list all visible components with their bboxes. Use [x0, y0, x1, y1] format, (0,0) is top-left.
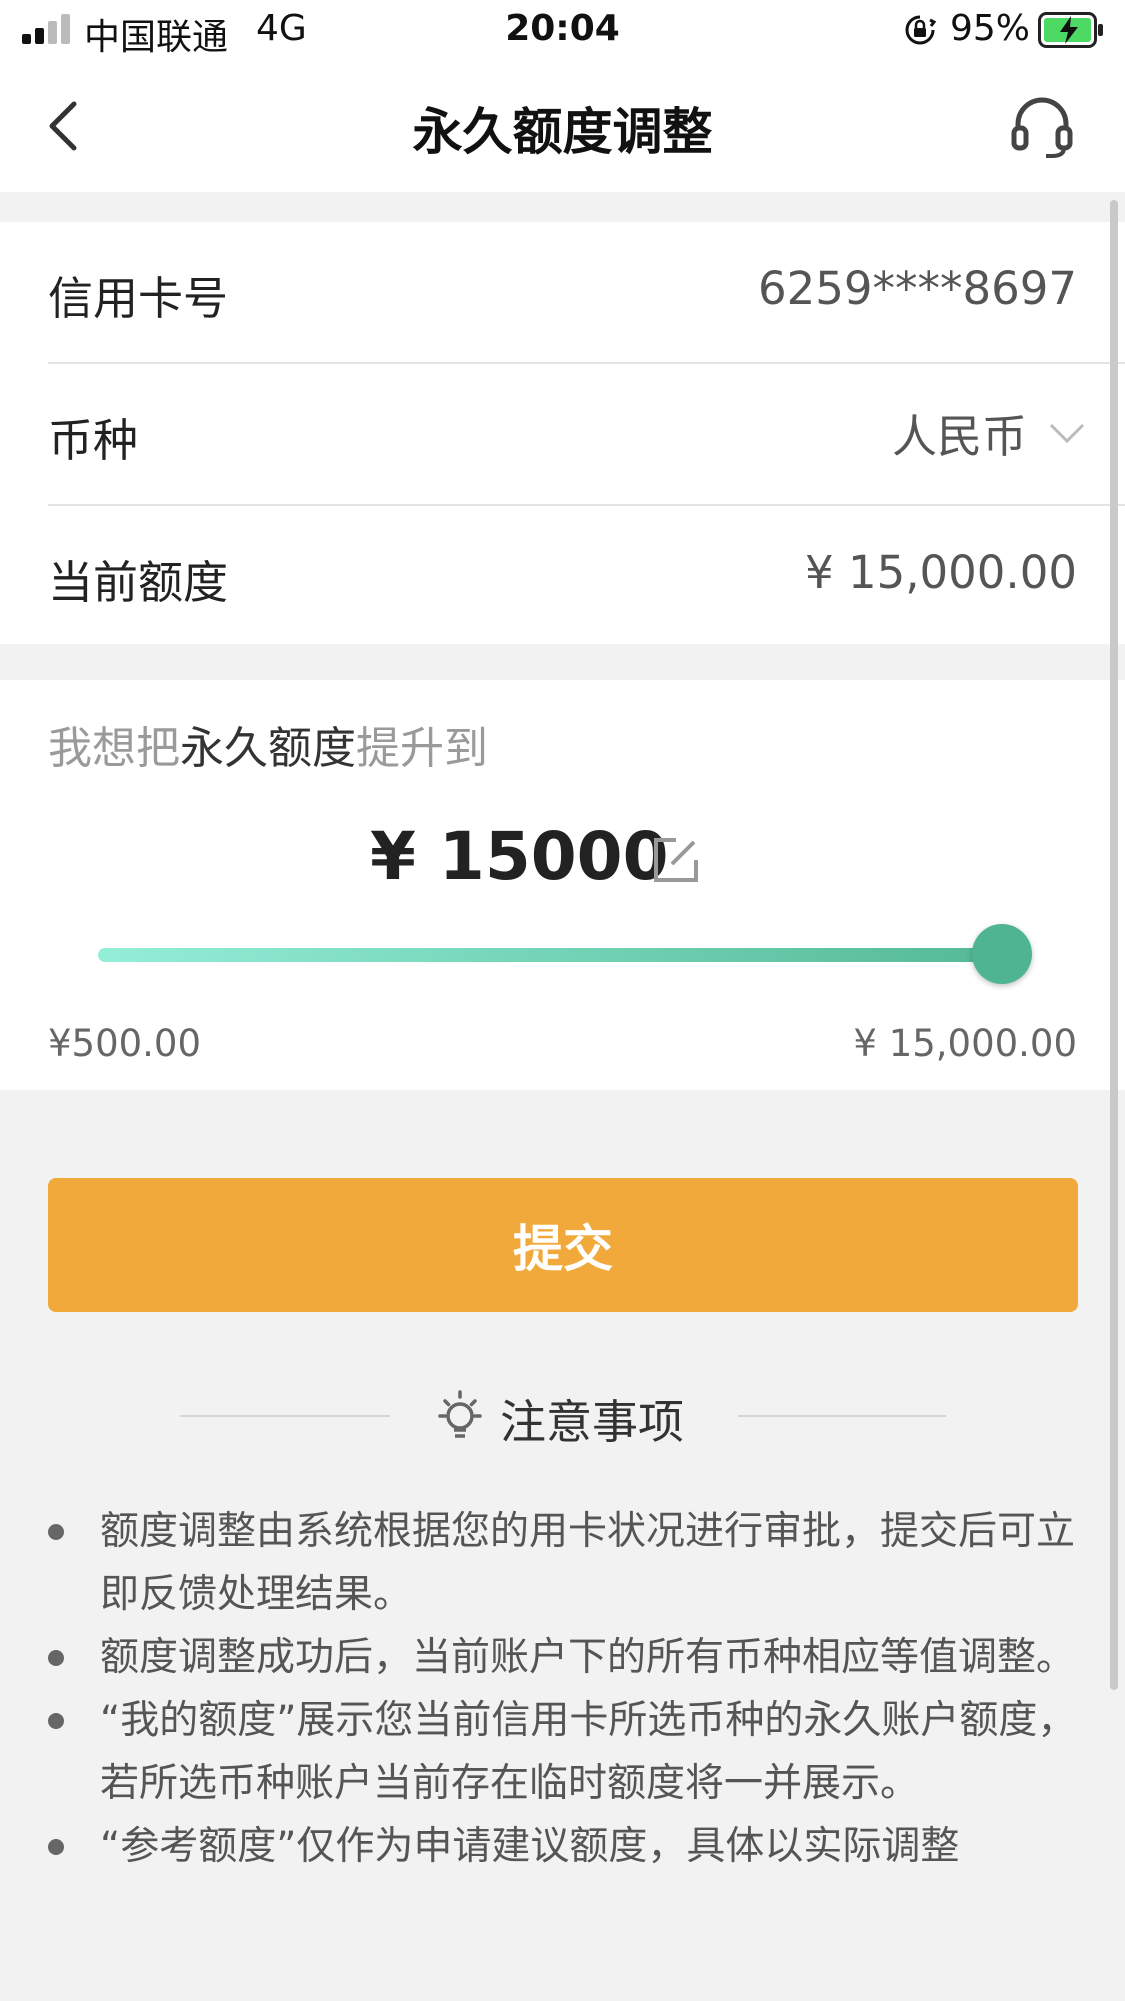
- note-text: 额度调整成功后，当前账户下的所有币种相应等值调整。: [100, 1635, 1076, 1680]
- divider: [48, 362, 1125, 364]
- currency-value: 人民币: [891, 410, 1027, 463]
- divider: [738, 1415, 946, 1417]
- bullet: [48, 1524, 64, 1540]
- prompt-suffix: 提升到: [356, 723, 488, 774]
- note-text: “我的额度”展示您当前信用卡所选币种的永久账户额度，若所选币种账户当前存在临时额…: [100, 1698, 1077, 1806]
- current-limit-label: 当前额度: [48, 556, 229, 609]
- lightbulb-icon: [438, 1390, 482, 1438]
- target-amount: ¥ 15000: [370, 818, 669, 895]
- currency-label: 币种: [48, 414, 139, 467]
- divider: [48, 504, 1125, 506]
- limit-slider-thumb[interactable]: [972, 924, 1032, 984]
- bullet: [48, 1650, 64, 1666]
- notes-list: 额度调整由系统根据您的用卡状况进行审批，提交后可立即反馈处理结果。 额度调整成功…: [48, 1500, 1078, 1878]
- current-limit-value: ¥ 15,000.00: [805, 546, 1077, 599]
- note-text: “参考额度”仅作为申请建议额度，具体以实际调整: [100, 1824, 960, 1869]
- page-title: 永久额度调整: [412, 103, 713, 161]
- note-item: 额度调整由系统根据您的用卡状况进行审批，提交后可立即反馈处理结果。: [48, 1500, 1078, 1626]
- scrollbar[interactable]: [1110, 200, 1118, 1690]
- rotation-lock-icon: [905, 15, 936, 45]
- card-number-label: 信用卡号: [48, 272, 229, 325]
- slider-max-label: ¥ 15,000.00: [853, 1022, 1077, 1065]
- note-item: “我的额度”展示您当前信用卡所选币种的永久账户额度，若所选币种账户当前存在临时额…: [48, 1689, 1078, 1815]
- chevron-down-icon: [1049, 423, 1085, 443]
- submit-button[interactable]: 提交: [48, 1178, 1078, 1312]
- headset-icon[interactable]: [1010, 94, 1074, 158]
- battery-percent: 95%: [950, 8, 1031, 49]
- battery-charging-icon: [1038, 12, 1103, 48]
- adjust-prompt: 我想把永久额度提升到: [48, 712, 488, 776]
- bullet: [48, 1839, 64, 1855]
- prompt-prefix: 我想把: [48, 723, 180, 774]
- currency-selector[interactable]: 人民币: [892, 400, 1087, 465]
- note-item: “参考额度”仅作为申请建议额度，具体以实际调整: [48, 1815, 1078, 1878]
- divider: [180, 1415, 390, 1417]
- edit-icon[interactable]: [652, 836, 700, 884]
- notes-title: 注意事项: [500, 1395, 684, 1449]
- note-item: 额度调整成功后，当前账户下的所有币种相应等值调整。: [48, 1626, 1078, 1689]
- bullet: [48, 1713, 64, 1729]
- prompt-highlight: 永久额度: [180, 723, 356, 774]
- limit-slider-track[interactable]: [98, 948, 1030, 962]
- card-number-value: 6259****8697: [757, 262, 1077, 315]
- note-text: 额度调整由系统根据您的用卡状况进行审批，提交后可立即反馈处理结果。: [100, 1509, 1076, 1617]
- slider-min-label: ¥500.00: [48, 1022, 202, 1065]
